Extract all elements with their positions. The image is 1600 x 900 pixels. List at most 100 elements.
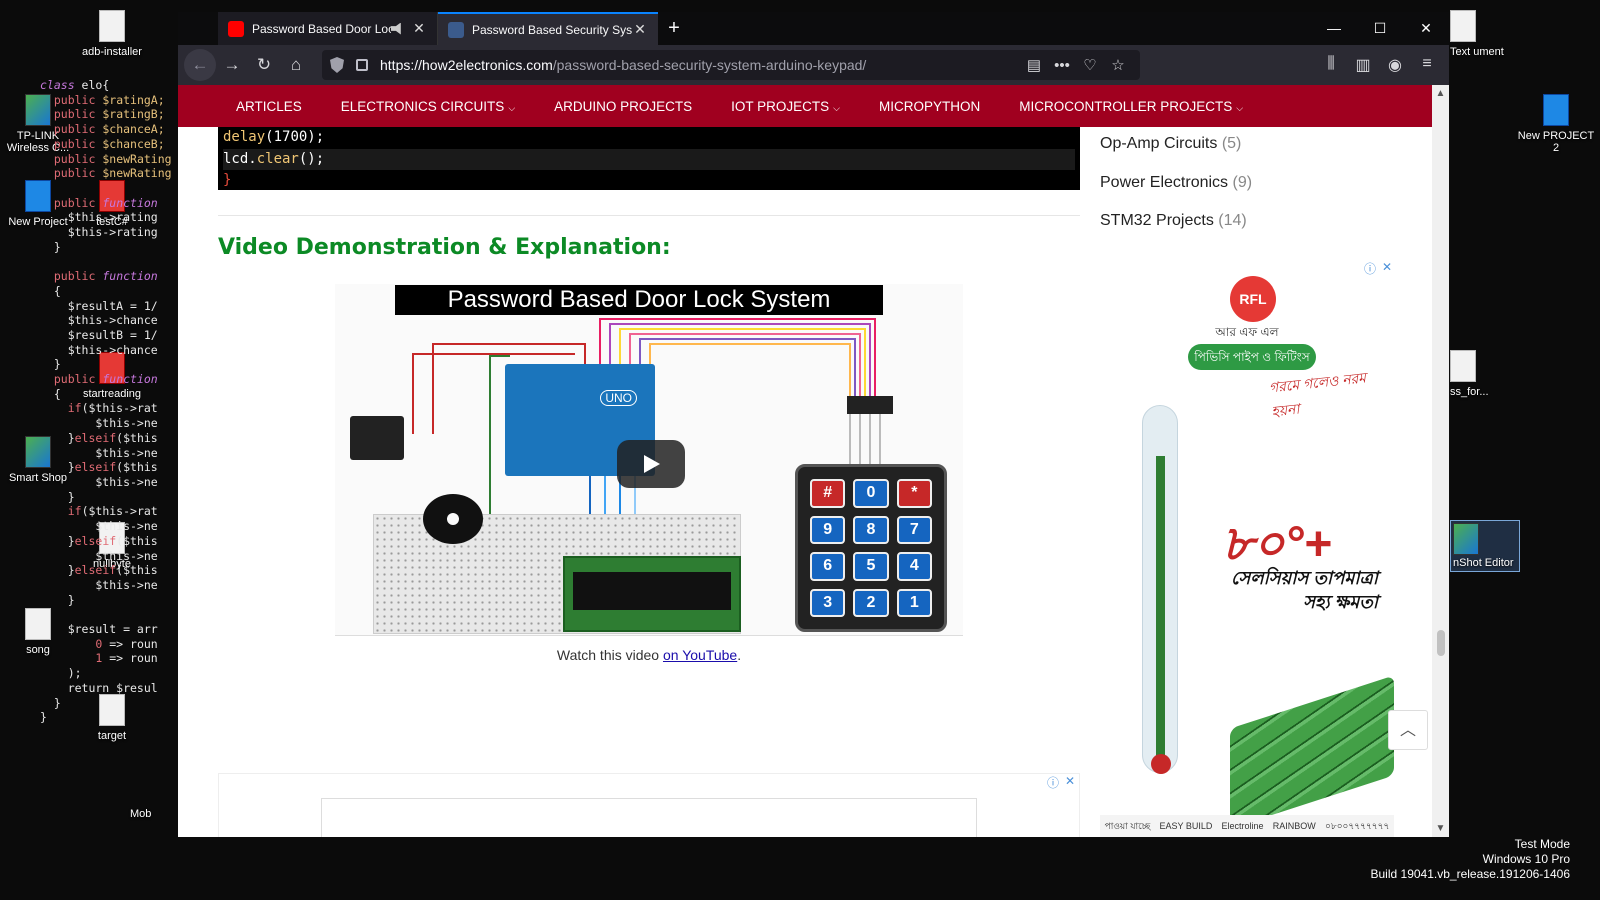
file-icon: [99, 10, 125, 42]
url-path: /password-based-security-system-arduino-…: [552, 57, 867, 73]
ad-info-icon[interactable]: ⓘ: [1364, 260, 1376, 277]
menu-icon[interactable]: ≡: [1411, 55, 1443, 75]
nav-label: ARTICLES: [236, 98, 302, 114]
reader-view-icon[interactable]: ▤: [1020, 56, 1048, 74]
category-item[interactable]: Power Electronics (9): [1100, 174, 1252, 213]
toolbar-right: ⫼ ▥ ◉ ≡: [1315, 55, 1443, 75]
code-token: ();: [298, 150, 325, 167]
scrollbar-thumb[interactable]: [1437, 630, 1445, 656]
keypad-key: *: [896, 479, 932, 508]
code-token: delay: [223, 129, 266, 145]
ad-close-icon[interactable]: ✕: [1065, 774, 1075, 788]
desktop-icon-screenshot-editor[interactable]: nShot Editor: [1450, 520, 1520, 572]
nav-label: IOT PROJECTS: [731, 98, 830, 114]
nav-articles[interactable]: ARTICLES: [236, 99, 302, 114]
keypad-key: 5: [853, 552, 889, 581]
new-tab-button[interactable]: +: [658, 12, 690, 45]
video-title-banner: Password Based Door Lock System: [395, 285, 883, 315]
desktop-icon-label: ss_for...: [1450, 386, 1489, 398]
close-tab-icon[interactable]: ✕: [411, 20, 427, 37]
nav-label: MICROPYTHON: [879, 98, 981, 114]
scroll-down-arrow-icon[interactable]: ▼: [1432, 820, 1449, 837]
lcd-screen: [573, 572, 731, 610]
play-icon[interactable]: [617, 440, 685, 488]
keypad-key: 1: [896, 588, 932, 617]
desktop-icon-ss-for[interactable]: ss_for...: [1450, 350, 1520, 398]
keypad-illustration: # 0 * 9 8 7 6 5 4 3 2 1: [795, 464, 947, 632]
bottom-ad-slot[interactable]: ⓘ ✕: [218, 773, 1080, 837]
background-code-editor: class elo{ public $ratingA; public $rati…: [40, 78, 172, 725]
keypad-key: 0: [853, 479, 889, 508]
category-name: Op-Amp Circuits: [1100, 135, 1218, 152]
forward-button[interactable]: →: [216, 49, 248, 81]
ad-close-icon[interactable]: ✕: [1382, 260, 1392, 274]
chevron-down-icon: ⌵: [833, 102, 840, 113]
nav-electronics-circuits[interactable]: ELECTRONICS CIRCUITS ⌵: [341, 99, 515, 114]
desktop-icon-adb-installer[interactable]: adb-installer: [70, 10, 154, 58]
account-icon[interactable]: ◉: [1379, 55, 1411, 75]
nav-iot-projects[interactable]: IOT PROJECTS ⌵: [731, 99, 840, 114]
minimize-button[interactable]: —: [1311, 12, 1357, 45]
page-actions-icon[interactable]: •••: [1048, 57, 1076, 74]
nav-microcontroller-projects[interactable]: MICROCONTROLLER PROJECTS ⌵: [1019, 99, 1243, 114]
code-snippet: delay(1700); lcd.clear();}: [218, 127, 1080, 190]
url-text[interactable]: https://how2electronics.com/password-bas…: [380, 57, 1020, 73]
pipes-illustration: [1230, 675, 1394, 829]
close-tab-icon[interactable]: ✕: [632, 21, 648, 38]
tab-article[interactable]: Password Based Security Syster ✕: [438, 12, 658, 45]
navigation-toolbar: ← → ↻ ⌂ https://how2electronics.com/pass…: [178, 45, 1449, 85]
nav-arduino-projects[interactable]: ARDUINO PROJECTS: [554, 99, 692, 114]
home-button[interactable]: ⌂: [280, 49, 312, 81]
site-navigation: ARTICLES ELECTRONICS CIRCUITS ⌵ ARDUINO P…: [178, 85, 1432, 127]
code-token: clear: [256, 150, 299, 167]
ad-frame: [321, 798, 977, 837]
desktop-icon-label: nShot Editor: [1453, 557, 1514, 569]
lcd-illustration: [563, 556, 741, 632]
speaker-icon[interactable]: [391, 22, 401, 35]
windows-watermark: Test Mode Windows 10 Pro Build 19041.vb_…: [1371, 837, 1571, 882]
category-item[interactable]: STM32 Projects (14): [1100, 212, 1252, 251]
code-token: lcd.: [223, 150, 257, 167]
nav-label: ELECTRONICS CIRCUITS: [340, 98, 505, 114]
watermark-line: Windows 10 Pro: [1482, 852, 1570, 866]
youtube-embed[interactable]: Password Based Door Lock System UNO # 0 …: [335, 284, 963, 636]
bookmark-star-icon[interactable]: ☆: [1104, 56, 1132, 74]
firefox-window: Password Based Door Lock ✕ Password Base…: [178, 12, 1449, 837]
reload-button[interactable]: ↻: [248, 49, 280, 81]
page-scrollbar[interactable]: ▲ ▼: [1432, 85, 1449, 837]
close-window-button[interactable]: ✕: [1403, 12, 1449, 45]
category-list: Op-Amp Circuits (5) Power Electronics (9…: [1100, 135, 1252, 251]
category-count: (5): [1221, 135, 1242, 152]
chevron-down-icon: ⌵: [1236, 102, 1244, 113]
youtube-link[interactable]: on YouTube: [663, 647, 737, 663]
scroll-up-arrow-icon[interactable]: ▲: [1432, 85, 1449, 102]
file-icon: [1450, 350, 1476, 382]
tab-youtube-video[interactable]: Password Based Door Lock ✕: [218, 12, 438, 45]
window-controls: — ☐ ✕: [1311, 12, 1449, 45]
category-count: (9): [1232, 173, 1253, 191]
desktop-icon-mob[interactable]: Mob: [130, 808, 180, 820]
nav-micropython[interactable]: MICROPYTHON: [879, 99, 980, 114]
lock-icon[interactable]: [356, 59, 368, 71]
library-icon[interactable]: ⫼: [1315, 55, 1347, 75]
maximize-button[interactable]: ☐: [1357, 12, 1403, 45]
desktop-icon-label: adb-installer: [82, 46, 142, 58]
sidebar-icon[interactable]: ▥: [1347, 55, 1379, 75]
tracking-shield-icon[interactable]: [330, 57, 344, 73]
sidebar-ad[interactable]: ⓘ ✕ RFL আর এফ এল পিভিসি পাইপ ও ফিটিংস গর…: [1100, 260, 1394, 837]
url-bar[interactable]: https://how2electronics.com/password-bas…: [322, 50, 1140, 80]
desktop-icon-new-project-2[interactable]: New PROJECT 2: [1514, 94, 1598, 154]
scroll-to-top-button[interactable]: ︿: [1388, 710, 1428, 750]
category-item[interactable]: Op-Amp Circuits (5): [1100, 135, 1252, 174]
desktop-icon-text-document[interactable]: Text ument: [1450, 10, 1520, 58]
section-heading: Video Demonstration & Explanation:: [218, 235, 671, 260]
ad-info-icon[interactable]: ⓘ: [1047, 774, 1059, 791]
board-label: UNO: [600, 390, 637, 406]
code-token: }: [223, 172, 232, 188]
thermometer-level: [1156, 456, 1165, 761]
ad-tagline: গরমে গলেও নরম হয়না: [1268, 369, 1367, 420]
ad-footer-item: EASY BUILD: [1159, 821, 1213, 831]
back-button[interactable]: ←: [184, 49, 216, 81]
file-icon: [1450, 10, 1476, 42]
pocket-icon[interactable]: ♡: [1076, 56, 1104, 74]
